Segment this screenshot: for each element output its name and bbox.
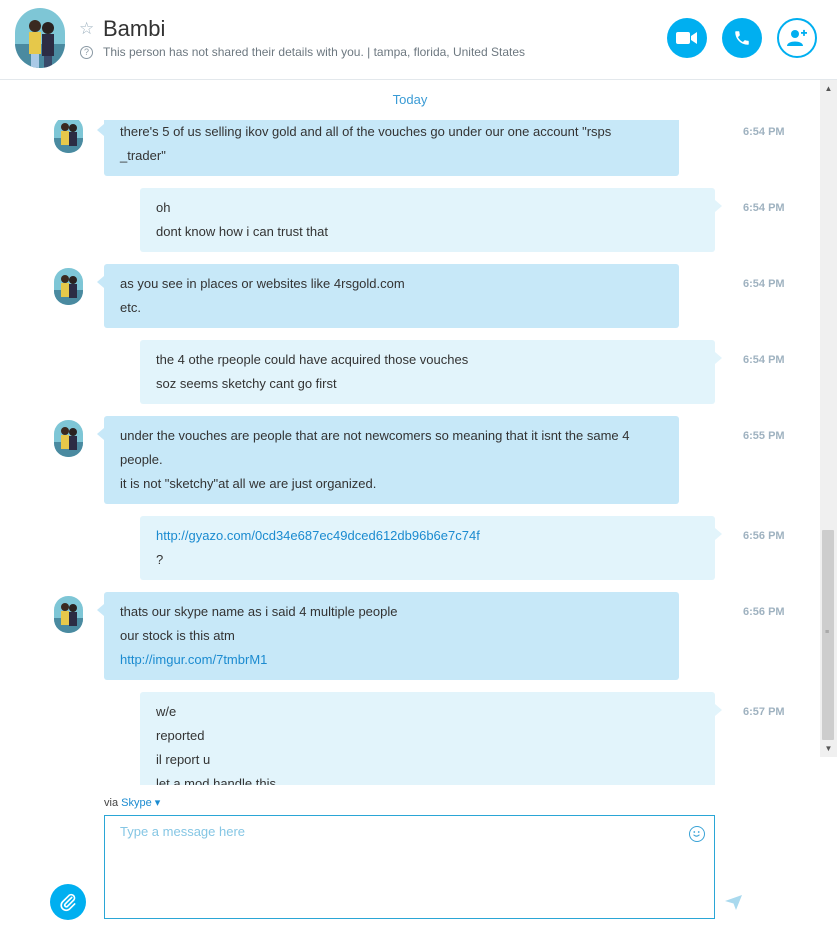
message-text: as you see in places or websites like 4r… <box>120 276 405 291</box>
message-text: thats our skype name as i said 4 multipl… <box>120 604 398 619</box>
outgoing-message[interactable]: w/e reported il report u let a mod handle t… <box>140 692 722 785</box>
send-icon <box>725 895 742 910</box>
outgoing-message[interactable]: oh dont know how i can trust that <box>140 188 722 252</box>
message-text: there's 5 of us selling ikov gold and al… <box>120 124 612 139</box>
contact-status: This person has not shared their details… <box>103 45 526 59</box>
message-text: oh <box>156 200 171 215</box>
attach-file-button[interactable] <box>50 884 86 920</box>
scroll-up-icon[interactable]: ▲ <box>820 80 837 97</box>
message-timestamp: 6:55 PM <box>743 430 785 442</box>
incoming-message[interactable]: there's 5 of us selling ikov gold and al… <box>97 120 679 176</box>
message-text: under the vouches are people that are no… <box>120 428 630 443</box>
send-button[interactable] <box>725 895 742 915</box>
outgoing-message[interactable]: http://gyazo.com/0cd34e687ec49dced612db9… <box>140 516 722 580</box>
message-history[interactable]: Today there's 5 of us selling ikov gold … <box>0 80 820 785</box>
scroll-down-icon[interactable]: ▼ <box>820 740 837 757</box>
message-text: _trader" <box>120 148 166 163</box>
message-text: il report u <box>156 752 211 767</box>
audio-call-button[interactable] <box>722 18 762 58</box>
attach-icon <box>60 893 76 912</box>
add-participant-button[interactable] <box>777 18 817 58</box>
outgoing-message[interactable]: the 4 othe rpeople could have acquired t… <box>140 340 722 404</box>
phone-icon <box>735 31 749 45</box>
info-icon: ? <box>80 46 93 59</box>
message-text: dont know how i can trust that <box>156 224 328 239</box>
message-list: there's 5 of us selling ikov gold and al… <box>0 120 820 785</box>
via-label: via <box>104 797 119 809</box>
message-text: w/e <box>156 704 177 719</box>
message-input[interactable] <box>105 816 714 918</box>
message-text: our stock is this atm <box>120 628 235 643</box>
sender-avatar[interactable] <box>54 120 83 153</box>
grip-icon: ≡ <box>825 629 830 636</box>
message-timestamp: 6:54 PM <box>743 202 785 214</box>
video-call-icon <box>676 32 697 44</box>
message-text: it is not "sketchy"at all we are just or… <box>120 476 377 491</box>
message-link[interactable]: http://gyazo.com/0cd34e687ec49dced612db9… <box>156 524 699 548</box>
conversation-header: ☆ Bambi ? This person has not shared the… <box>0 0 837 80</box>
via-service[interactable]: Skype <box>121 797 152 809</box>
message-timestamp: 6:54 PM <box>743 126 785 138</box>
message-timestamp: 6:56 PM <box>743 530 785 542</box>
contact-name: Bambi <box>103 16 166 41</box>
message-link[interactable]: http://imgur.com/7tmbrM1 <box>120 648 663 672</box>
incoming-message[interactable]: thats our skype name as i said 4 multipl… <box>97 592 679 680</box>
day-separator: Today <box>392 92 428 107</box>
favorite-star-icon[interactable]: ☆ <box>79 20 94 37</box>
message-timestamp: 6:54 PM <box>743 354 785 366</box>
send-via-selector[interactable]: via Skype ▾ <box>104 796 160 809</box>
message-text: let a mod handle this <box>156 776 276 785</box>
incoming-message[interactable]: as you see in places or websites like 4r… <box>97 264 679 328</box>
sender-avatar[interactable] <box>54 420 83 457</box>
message-composer <box>104 815 715 919</box>
chevron-down-icon[interactable]: ▾ <box>155 797 161 809</box>
message-text: etc. <box>120 300 141 315</box>
sender-avatar[interactable] <box>54 596 83 633</box>
incoming-message[interactable]: under the vouches are people that are no… <box>97 416 679 504</box>
message-text: reported <box>156 728 205 743</box>
emoji-icon[interactable] <box>689 826 705 842</box>
message-text: people. <box>120 452 163 467</box>
message-timestamp: 6:56 PM <box>743 606 785 618</box>
contact-avatar[interactable] <box>15 8 65 68</box>
video-call-button[interactable] <box>667 18 707 58</box>
message-text: soz seems sketchy cant go first <box>156 376 337 391</box>
message-timestamp: 6:54 PM <box>743 278 785 290</box>
message-text: the 4 othe rpeople could have acquired t… <box>156 352 469 367</box>
message-timestamp: 6:57 PM <box>743 706 785 718</box>
message-text: ? <box>156 552 164 567</box>
add-contact-icon <box>787 29 807 46</box>
scroll-thumb[interactable]: ≡ <box>822 530 834 740</box>
sender-avatar[interactable] <box>54 268 83 305</box>
chat-scrollbar[interactable]: ▲ ≡ ▼ <box>820 80 837 757</box>
